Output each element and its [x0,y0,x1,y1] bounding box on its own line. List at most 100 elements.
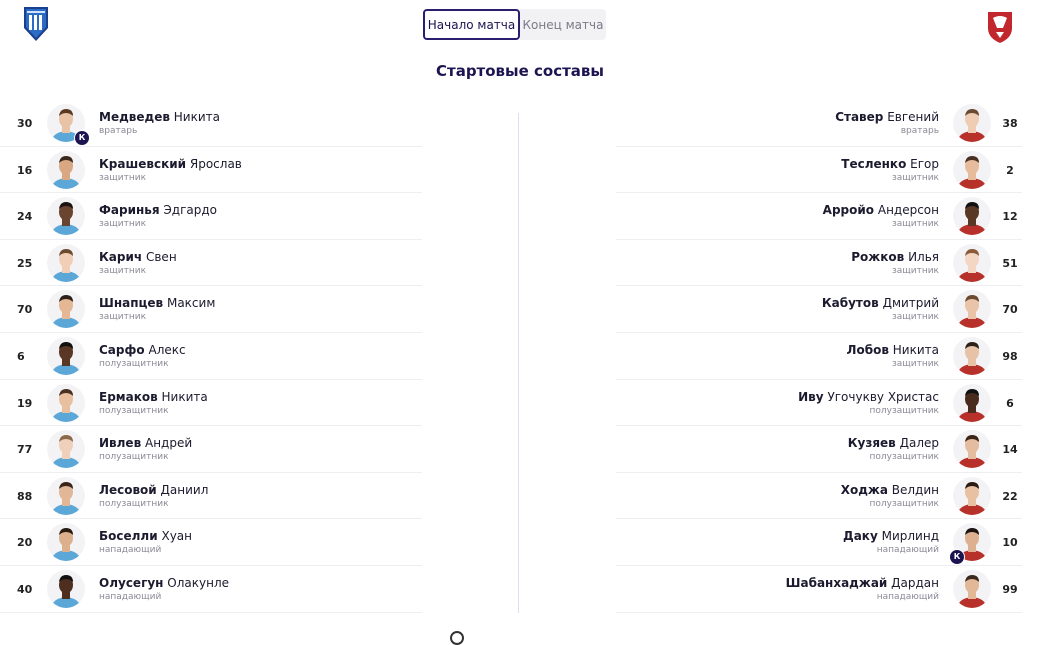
pari-nn-logo-icon[interactable] [23,6,49,42]
player-name[interactable]: Шабанхаджай Дардан [786,576,939,590]
player-avatar[interactable] [47,290,85,329]
player-number: 16 [17,163,33,177]
player-last-name: Рожков [851,249,905,264]
player-row[interactable]: 10 К Даку Мирлинд нападающий [616,519,1022,566]
player-last-name: Шнапцев [99,296,164,311]
player-row[interactable]: 38 Ставер Евгений вратарь [616,100,1022,147]
player-name[interactable]: Ермаков Никита [99,390,208,404]
player-number: 6 [1006,396,1014,410]
next-section-indicator [450,631,464,645]
player-first-name: Илья [908,249,939,264]
player-name[interactable]: Кузяев Далер [848,436,939,450]
player-row[interactable]: 20 Боселли Хуан нападающий [0,519,422,566]
player-row[interactable]: 88 Лесовой Даниил полузащитник [0,473,422,520]
player-number: 77 [17,443,33,457]
player-row[interactable]: 19 Ермаков Никита полузащитник [0,380,422,427]
captain-badge: К [949,549,965,566]
player-row[interactable]: 16 Крашевский Ярослав защитник [0,147,422,194]
player-row[interactable]: 12 Арройо Андерсон защитник [616,193,1022,240]
player-name[interactable]: Даку Мирлинд [843,529,939,543]
player-number: 99 [1002,582,1018,596]
player-first-name: Дмитрий [882,296,939,311]
player-avatar[interactable] [47,430,85,469]
player-name[interactable]: Ставер Евгений [835,110,939,124]
player-avatar[interactable] [953,290,991,329]
player-name[interactable]: Лобов Никита [847,343,939,357]
player-row[interactable]: 14 Кузяев Далер полузащитник [616,426,1022,473]
player-name[interactable]: Рожков Илья [851,250,939,264]
player-name[interactable]: Медведев Никита [99,110,220,124]
player-avatar[interactable] [953,336,991,375]
rubin-logo-icon[interactable] [985,4,1015,44]
player-avatar[interactable] [953,243,991,282]
player-row[interactable]: 24 Фаринья Эдгардо защитник [0,193,422,240]
player-row[interactable]: 25 Карич Свен защитник [0,240,422,287]
player-name[interactable]: Карич Свен [99,250,177,264]
player-name[interactable]: Крашевский Ярослав [99,157,242,171]
player-avatar[interactable] [47,150,85,189]
player-name[interactable]: Фаринья Эдгардо [99,203,217,217]
player-number: 24 [17,210,33,224]
player-row[interactable]: 98 Лобов Никита защитник [616,333,1022,380]
player-name[interactable]: Боселли Хуан [99,529,192,543]
player-avatar[interactable] [953,197,991,236]
player-last-name: Ходжа [840,482,888,497]
player-row[interactable]: 2 Тесленко Егор защитник [616,147,1022,194]
player-avatar[interactable] [953,430,991,469]
player-row[interactable]: 30 К Медведев Никита вратарь [0,100,422,147]
player-row[interactable]: 6 Сарфо Алекс полузащитник [0,333,422,380]
player-last-name: Кабутов [821,296,879,311]
player-avatar[interactable] [47,197,85,236]
player-last-name: Боселли [99,529,158,544]
player-avatar[interactable] [47,383,85,422]
player-position: защитник [99,172,147,183]
tab-match-start[interactable]: Начало матча [423,9,520,40]
player-first-name: Угочукву Христас [827,389,939,404]
player-row[interactable]: 40 Олусегун Олакунле нападающий [0,566,422,613]
player-position: вратарь [900,126,939,136]
player-avatar[interactable] [47,476,85,515]
player-position: нападающий [876,591,939,602]
player-last-name: Ивлев [99,436,142,451]
player-avatar[interactable] [47,569,85,608]
player-name[interactable]: Арройо Андерсон [823,203,939,217]
player-avatar[interactable] [953,104,991,142]
player-row[interactable]: 70 Шнапцев Максим защитник [0,286,422,333]
player-avatar[interactable] [953,569,991,608]
player-row[interactable]: 70 Кабутов Дмитрий защитник [616,286,1022,333]
player-row[interactable]: 22 Ходжа Велдин полузащитник [616,473,1022,520]
player-number: 12 [1002,210,1018,224]
tab-match-end[interactable]: Конец матча [520,9,606,40]
player-name[interactable]: Ивлев Андрей [99,436,192,450]
player-position: защитник [891,172,939,183]
player-position: нападающий [876,545,939,556]
player-name[interactable]: Кабутов Дмитрий [822,296,939,310]
player-name[interactable]: Ходжа Велдин [841,483,939,497]
player-number: 14 [1002,443,1018,457]
player-avatar[interactable] [953,383,991,422]
player-last-name: Ермаков [99,389,158,404]
player-name[interactable]: Иву Угочукву Христас [798,390,939,404]
player-number: 88 [17,489,33,503]
player-position: полузащитник [869,498,939,509]
player-name[interactable]: Сарфо Алекс [99,343,186,357]
section-title: Стартовые составы [436,62,604,80]
player-first-name: Далер [899,436,939,451]
player-number: 70 [17,303,33,317]
player-name[interactable]: Лесовой Даниил [99,483,208,497]
player-name[interactable]: Шнапцев Максим [99,296,215,310]
player-position: полузащитник [99,452,169,463]
player-number: 22 [1002,489,1018,503]
player-avatar[interactable] [47,336,85,375]
player-row[interactable]: 6 Иву Угочукву Христас полузащитник [616,380,1022,427]
player-name[interactable]: Олусегун Олакунле [99,576,229,590]
player-row[interactable]: 51 Рожков Илья защитник [616,240,1022,287]
player-first-name: Никита [173,110,220,124]
player-avatar[interactable] [953,150,991,189]
player-row[interactable]: 77 Ивлев Андрей полузащитник [0,426,422,473]
player-row[interactable]: 99 Шабанхаджай Дардан нападающий [616,566,1022,613]
player-avatar[interactable] [47,523,85,562]
player-name[interactable]: Тесленко Егор [841,157,939,171]
player-avatar[interactable] [953,476,991,515]
player-avatar[interactable] [47,243,85,282]
